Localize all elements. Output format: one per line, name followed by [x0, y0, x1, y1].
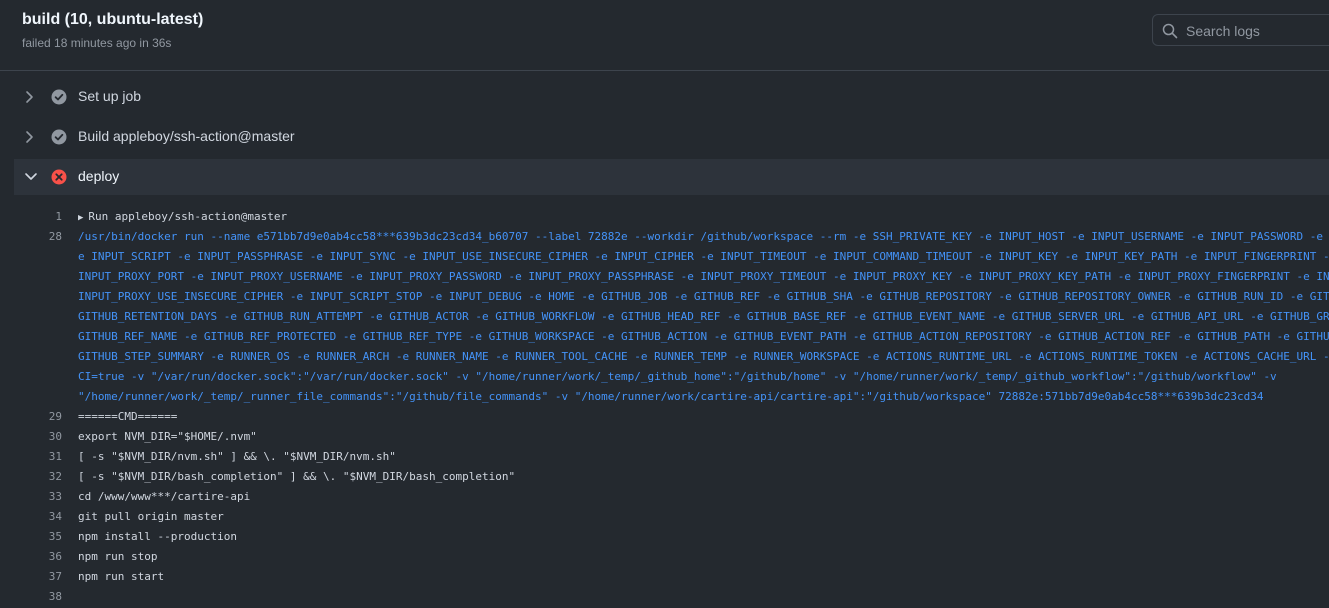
- log-line-wrap: "/home/runner/work/_temp/_runner_file_co…: [0, 387, 1329, 407]
- log-text: GITHUB_REF_NAME -e GITHUB_REF_PROTECTED …: [78, 330, 1329, 343]
- line-number[interactable]: 29: [0, 410, 62, 423]
- chevron-right-icon[interactable]: [24, 90, 36, 104]
- chevron-down-icon[interactable]: [24, 170, 38, 184]
- x-circle-icon: [51, 169, 67, 185]
- step-set-up-job[interactable]: Set up job: [14, 79, 1329, 115]
- log-text: ======CMD======: [78, 410, 178, 423]
- line-number[interactable]: 1: [0, 210, 62, 223]
- log-text: Run appleboy/ssh-action@master: [88, 210, 288, 223]
- log-line-wrap: GITHUB_STEP_SUMMARY -e RUNNER_OS -e RUNN…: [0, 347, 1329, 367]
- log-line[interactable]: 1 ▶ Run appleboy/ssh-action@master: [0, 207, 1329, 227]
- log-line-wrap: GITHUB_RETENTION_DAYS -e GITHUB_RUN_ATTE…: [0, 307, 1329, 327]
- chevron-right-icon[interactable]: [24, 130, 36, 144]
- log-text: [ -s "$NVM_DIR/nvm.sh" ] && \. "$NVM_DIR…: [78, 450, 396, 463]
- log-text: e INPUT_SCRIPT -e INPUT_PASSPHRASE -e IN…: [78, 250, 1329, 263]
- log-text: npm install --production: [78, 530, 237, 543]
- check-circle-icon: [51, 129, 67, 145]
- line-number[interactable]: 33: [0, 490, 62, 503]
- log-line: 34 git pull origin master: [0, 507, 1329, 527]
- log-line: 30 export NVM_DIR="$HOME/.nvm": [0, 427, 1329, 447]
- search-icon: [1162, 23, 1178, 39]
- log-text: [ -s "$NVM_DIR/bash_completion" ] && \. …: [78, 470, 516, 483]
- log-text: CI=true -v "/var/run/docker.sock":"/var/…: [78, 370, 1277, 383]
- log-text: INPUT_PROXY_PORT -e INPUT_PROXY_USERNAME…: [78, 270, 1329, 283]
- line-number[interactable]: 37: [0, 570, 62, 583]
- job-status-summary: failed 18 minutes ago in 36s: [22, 36, 172, 50]
- log-line: 29 ======CMD======: [0, 407, 1329, 427]
- step-deploy[interactable]: deploy: [14, 159, 1329, 195]
- log-line-wrap: GITHUB_REF_NAME -e GITHUB_REF_PROTECTED …: [0, 327, 1329, 347]
- step-label: deploy: [78, 168, 120, 184]
- log-line: 31 [ -s "$NVM_DIR/nvm.sh" ] && \. "$NVM_…: [0, 447, 1329, 467]
- line-number[interactable]: 36: [0, 550, 62, 563]
- step-label: Build appleboy/ssh-action@master: [78, 128, 295, 144]
- log-line-wrap: CI=true -v "/var/run/docker.sock":"/var/…: [0, 367, 1329, 387]
- log-text: /usr/bin/docker run --name e571bb7d9e0ab…: [78, 230, 1329, 243]
- log-text: npm run start: [78, 570, 165, 583]
- step-label: Set up job: [78, 88, 142, 104]
- log-text: npm run stop: [78, 550, 158, 563]
- search-logs-input[interactable]: [1184, 20, 1329, 42]
- log-text: export NVM_DIR="$HOME/.nvm": [78, 430, 257, 443]
- log-line: 33 cd /www/www***/cartire-api: [0, 487, 1329, 507]
- line-number[interactable]: 30: [0, 430, 62, 443]
- line-number[interactable]: 32: [0, 470, 62, 483]
- check-circle-icon: [51, 89, 67, 105]
- log-text: GITHUB_RETENTION_DAYS -e GITHUB_RUN_ATTE…: [78, 310, 1329, 323]
- job-title: build (10, ubuntu-latest): [22, 11, 204, 28]
- line-number[interactable]: 28: [0, 230, 62, 243]
- log-line-wrap: INPUT_PROXY_PORT -e INPUT_PROXY_USERNAME…: [0, 267, 1329, 287]
- line-number[interactable]: 35: [0, 530, 62, 543]
- line-number[interactable]: 34: [0, 510, 62, 523]
- log-line: 36 npm run stop: [0, 547, 1329, 567]
- log-text: INPUT_PROXY_USE_INSECURE_CIPHER -e INPUT…: [78, 290, 1329, 303]
- log-line-wrap: e INPUT_SCRIPT -e INPUT_PASSPHRASE -e IN…: [0, 247, 1329, 267]
- log-text: "/home/runner/work/_temp/_runner_file_co…: [78, 390, 1264, 403]
- search-logs-box[interactable]: [1152, 14, 1329, 46]
- log-line-wrap: INPUT_PROXY_USE_INSECURE_CIPHER -e INPUT…: [0, 287, 1329, 307]
- log-line: 37 npm run start: [0, 567, 1329, 587]
- log-line: 32 [ -s "$NVM_DIR/bash_completion" ] && …: [0, 467, 1329, 487]
- line-number[interactable]: 38: [0, 590, 62, 603]
- step-build-ssh-action[interactable]: Build appleboy/ssh-action@master: [14, 119, 1329, 155]
- log-group-header[interactable]: ▶ Run appleboy/ssh-action@master: [78, 210, 287, 223]
- log-line: 38: [0, 587, 1329, 607]
- log-text: git pull origin master: [78, 510, 224, 523]
- log-line: 28 /usr/bin/docker run --name e571bb7d9e…: [0, 227, 1329, 247]
- job-header: build (10, ubuntu-latest) failed 18 minu…: [0, 0, 1329, 71]
- line-number[interactable]: 31: [0, 450, 62, 463]
- log-text: GITHUB_STEP_SUMMARY -e RUNNER_OS -e RUNN…: [78, 350, 1329, 363]
- log-line: 35 npm install --production: [0, 527, 1329, 547]
- triangle-right-icon[interactable]: ▶: [78, 213, 83, 223]
- log-text: cd /www/www***/cartire-api: [78, 490, 251, 503]
